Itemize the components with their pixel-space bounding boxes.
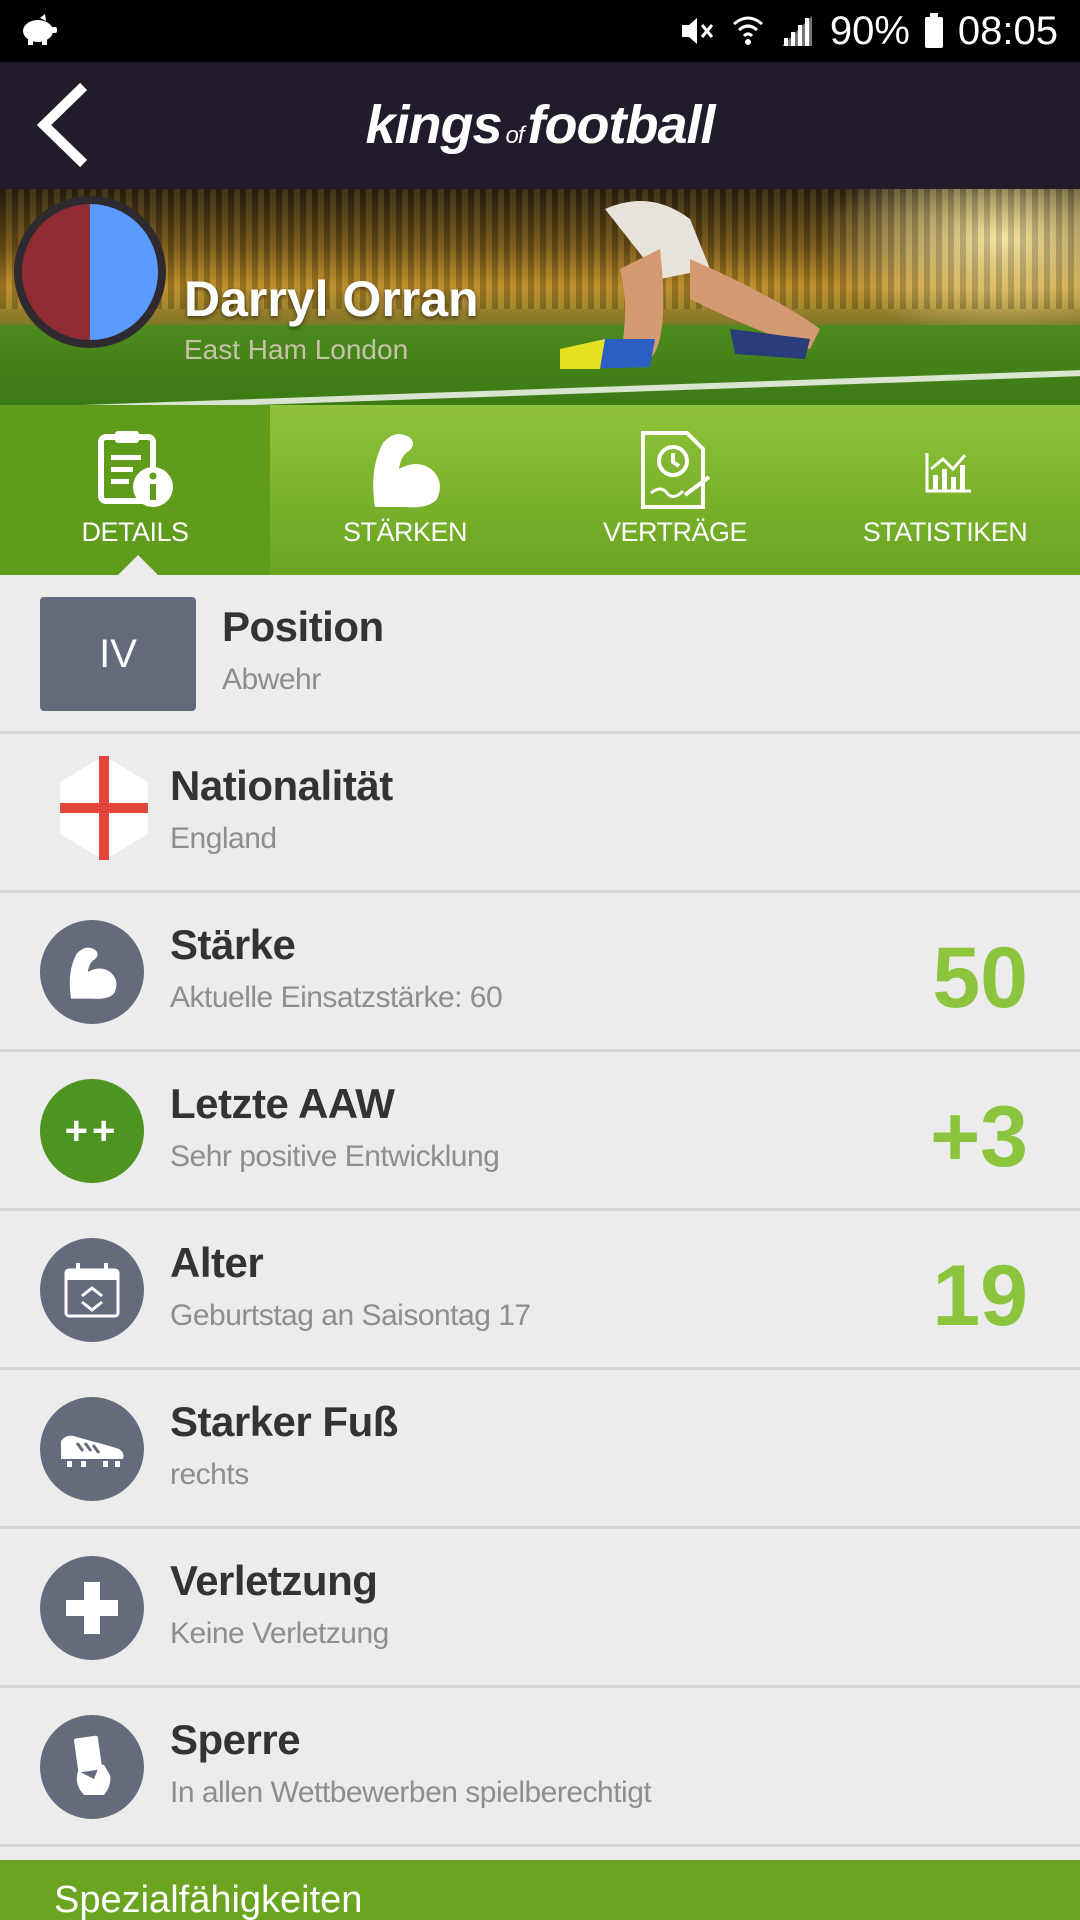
position-badge: IV	[40, 597, 196, 711]
injury-title: Verletzung	[170, 1557, 378, 1604]
foot-icon-circle	[40, 1397, 144, 1501]
injury-value: Keine Verletzung	[170, 1617, 389, 1650]
piggy-bank-icon	[23, 14, 57, 45]
status-bar: 90% 08:05	[0, 0, 1080, 62]
tab-staerken-label: STÄRKEN	[342, 517, 468, 547]
position-title: Position	[222, 603, 384, 650]
tab-details-label: DETAILS	[81, 517, 189, 547]
battery-icon	[924, 13, 943, 48]
player-header-banner	[0, 189, 1080, 405]
tab-bar: DETAILS STÄRKEN VERTRÄGE STATISTIKEN	[0, 405, 1080, 575]
nationality-title: Nationalität	[170, 762, 393, 809]
flexed-arm-icon	[69, 947, 117, 999]
plus-plus-icon: ++	[64, 1108, 120, 1153]
tab-vertraege[interactable]: VERTRÄGE	[540, 405, 810, 575]
wifi-icon	[732, 16, 763, 45]
aaw-icon-circle: ++	[40, 1079, 144, 1183]
suspension-title: Sperre	[170, 1716, 301, 1763]
position-row: IV Position Abwehr	[0, 575, 1080, 734]
suspension-row: Sperre In allen Wettbewerben spielberech…	[0, 1688, 1080, 1847]
referee-card-icon	[74, 1735, 111, 1795]
active-tab-pointer	[118, 555, 158, 575]
strength-subtitle: Aktuelle Einsatzstärke: 60	[170, 981, 503, 1014]
contract-icon	[641, 431, 711, 509]
age-icon-circle	[40, 1238, 144, 1342]
app-bar: kings offootball	[0, 62, 1080, 189]
tab-details[interactable]: DETAILS	[0, 405, 270, 575]
document-info-icon	[98, 431, 173, 507]
tab-vertraege-label: VERTRÄGE	[602, 517, 748, 547]
last-aaw-title: Letzte AAW	[170, 1080, 395, 1127]
england-flag-icon	[60, 756, 148, 860]
clock: 08:05	[957, 8, 1058, 53]
battery-percent: 90%	[829, 8, 910, 53]
football-boot-icon	[61, 1435, 124, 1467]
suspension-value: In allen Wettbewerben spielberechtigt	[170, 1776, 652, 1809]
nationality-value: England	[170, 822, 277, 855]
flexed-arm-icon	[373, 434, 440, 508]
club-badge	[14, 196, 166, 348]
injury-row: Verletzung Keine Verletzung	[0, 1529, 1080, 1688]
special-abilities-title: Spezialfähigkeiten	[54, 1879, 363, 1920]
player-club: East Ham London	[184, 334, 409, 365]
age-subtitle: Geburtstag an Saisontag 17	[170, 1299, 531, 1332]
calendar-icon	[64, 1263, 120, 1318]
player-image	[560, 201, 820, 369]
nationality-row: Nationalität England	[0, 734, 1080, 893]
signal-icon	[781, 16, 812, 46]
medical-cross-icon	[66, 1582, 118, 1634]
details-list: IV Position Abwehr Nationalität England …	[0, 575, 1080, 1847]
last-aaw-subtitle: Sehr positive Entwicklung	[170, 1140, 500, 1173]
position-value: Abwehr	[222, 663, 321, 696]
strength-value: 50	[932, 930, 1028, 1026]
special-abilities-header[interactable]: Spezialfähigkeiten	[0, 1860, 1080, 1920]
chart-icon	[925, 453, 971, 493]
brand-kings: kings	[365, 95, 502, 155]
last-aaw-value: +3	[929, 1089, 1028, 1185]
last-aaw-row: ++ Letzte AAW Sehr positive Entwicklung …	[0, 1052, 1080, 1211]
injury-icon-circle	[40, 1556, 144, 1660]
tab-statistiken[interactable]: STATISTIKEN	[810, 405, 1080, 575]
mute-icon	[681, 18, 713, 44]
tab-staerken[interactable]: STÄRKEN	[270, 405, 540, 575]
strong-foot-title: Starker Fuß	[170, 1398, 398, 1445]
brand-football: football	[527, 95, 716, 155]
age-title: Alter	[170, 1239, 264, 1286]
strength-icon-circle	[40, 920, 144, 1024]
suspension-icon-circle	[40, 1715, 144, 1819]
age-value: 19	[932, 1248, 1028, 1344]
brand-of: of	[505, 122, 525, 149]
player-name: Darryl Orran	[184, 271, 479, 327]
strength-title: Stärke	[170, 921, 296, 968]
strong-foot-value: rechts	[170, 1458, 249, 1491]
strong-foot-row: Starker Fuß rechts	[0, 1370, 1080, 1529]
app-logo: kings offootball	[0, 94, 1080, 156]
tab-statistiken-label: STATISTIKEN	[862, 517, 1028, 547]
strength-row: Stärke Aktuelle Einsatzstärke: 60 50	[0, 893, 1080, 1052]
age-row: Alter Geburtstag an Saisontag 17 19	[0, 1211, 1080, 1370]
